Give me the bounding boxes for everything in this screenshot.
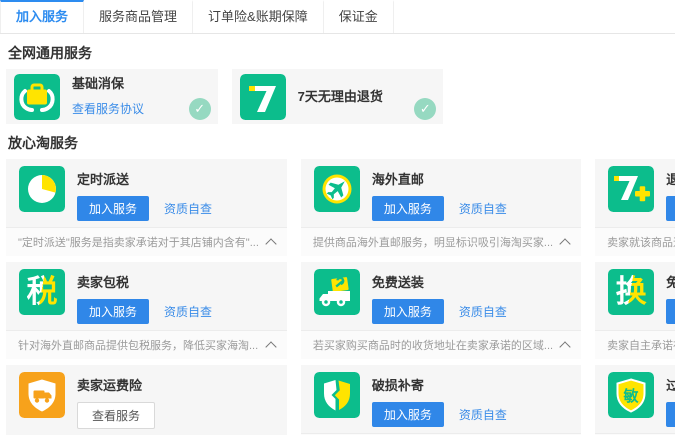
check-icon: ✓: [189, 98, 211, 120]
service-card-free-replacement: 换 免费换新 加入服务 资质自查 卖家自主承诺在售后30天内，如发现商品出现..…: [595, 262, 675, 359]
service-title: 破损补寄: [372, 375, 507, 394]
seven-plus-icon: [608, 166, 654, 212]
service-description: 提供商品海外直邮服务，明显标识吸引海淘买家...: [313, 234, 553, 250]
universal-services-grid: 基础消保 查看服务协议 ✓ 7天无理由退货 ✓: [6, 69, 669, 124]
tab-bar: 加入服务 服务商品管理 订单险&账期保障 保证金: [0, 0, 675, 34]
service-title: 免费换新: [666, 272, 675, 291]
service-card-free-delivery-install: 免费送装 加入服务 资质自查 若买家购买商品时的收货地址在卖家承诺的区域...: [301, 262, 581, 359]
service-title: 退货承诺: [666, 169, 675, 188]
service-title: 卖家包税: [77, 272, 212, 291]
universal-section-title: 全网通用服务: [8, 43, 667, 63]
service-card-seller-freight-insurance: 卖家运费险 查看服务 加入此服务的卖家当发生退货时，产生的退货运...: [6, 365, 287, 435]
service-card-allergy-refund: 敏 过敏包退 加入服务 资质自查 确认收货后30天内，若消费者因使用该商品引..…: [595, 365, 675, 435]
service-description: 若买家购买商品时的收货地址在卖家承诺的区域...: [313, 337, 553, 353]
service-description: "定时派送"服务是指卖家承诺对于其店铺内含有"...: [18, 234, 259, 250]
fangxintao-services-grid: 定时派送 加入服务 资质自查 "定时派送"服务是指卖家承诺对于其店铺内含有"..…: [6, 159, 669, 435]
service-title: 定时派送: [77, 169, 212, 188]
join-service-button[interactable]: 加入服务: [77, 196, 149, 221]
view-service-button[interactable]: 查看服务: [77, 402, 155, 429]
seller-services-page: 加入服务 服务商品管理 订单险&账期保障 保证金 全网通用服务 基础消保 查看服…: [0, 0, 675, 435]
tax-glyph: 税: [27, 269, 58, 315]
allergy-glyph: 敏: [623, 387, 640, 405]
service-title: 基础消保: [72, 73, 144, 92]
clock-pie-icon: [19, 166, 65, 212]
exchange-character-icon: 换: [608, 269, 654, 315]
tab-join-service[interactable]: 加入服务: [0, 0, 84, 33]
seven-day-icon: [240, 74, 286, 120]
chevron-up-icon[interactable]: [559, 341, 570, 352]
service-card-7day-return: 7天无理由退货 ✓: [232, 69, 444, 124]
qualification-check-link[interactable]: 资质自查: [164, 200, 212, 217]
briefcase-icon: [14, 74, 60, 120]
service-description: 卖家就该商品退货服务向买家作出承诺，自商品...: [607, 234, 675, 250]
service-card-overseas-direct-mail: 海外直邮 加入服务 资质自查 提供商品海外直邮服务，明显标识吸引海淘买家...: [301, 159, 581, 256]
qualification-check-link[interactable]: 资质自查: [164, 303, 212, 320]
content-area: 全网通用服务 基础消保 查看服务协议 ✓: [0, 43, 675, 435]
delivery-truck-icon: [314, 269, 360, 315]
service-description: 卖家自主承诺在售后30天内，如发现商品出现...: [607, 337, 675, 353]
service-card-basic-protection: 基础消保 查看服务协议 ✓: [6, 69, 218, 124]
join-service-button[interactable]: 加入服务: [77, 299, 149, 324]
join-service-button[interactable]: 加入服务: [372, 196, 444, 221]
chevron-up-icon[interactable]: [559, 238, 570, 249]
chevron-up-icon[interactable]: [265, 238, 276, 249]
shield-truck-icon: [19, 372, 65, 418]
qualification-check-link[interactable]: 资质自查: [459, 200, 507, 217]
service-title: 海外直邮: [372, 169, 507, 188]
allergy-shield-icon: 敏: [608, 372, 654, 418]
join-service-button[interactable]: 加入服务: [666, 299, 675, 324]
chevron-up-icon[interactable]: [265, 341, 276, 352]
tab-service-goods-management[interactable]: 服务商品管理: [84, 0, 193, 33]
airplane-icon: [314, 166, 360, 212]
service-card-return-promise: 退货承诺 加入服务 资质自查 卖家就该商品退货服务向买家作出承诺，自商品...: [595, 159, 675, 256]
service-title: 7天无理由退货: [298, 86, 383, 105]
join-service-button[interactable]: 加入服务: [666, 196, 675, 221]
view-service-agreement-link[interactable]: 查看服务协议: [72, 100, 144, 117]
service-title: 过敏包退: [666, 375, 675, 394]
tab-deposit[interactable]: 保证金: [324, 0, 394, 33]
exchange-glyph: 换: [616, 269, 647, 315]
service-title: 免费送装: [372, 272, 507, 291]
fangxintao-section-title: 放心淘服务: [8, 133, 667, 153]
service-title: 卖家运费险: [77, 375, 155, 394]
check-icon: ✓: [414, 98, 436, 120]
broken-shield-icon: [314, 372, 360, 418]
qualification-check-link[interactable]: 资质自查: [459, 406, 507, 423]
join-service-button[interactable]: 加入服务: [372, 402, 444, 427]
service-card-seller-tax-included: 税 卖家包税 加入服务 资质自查 针对海外直邮商品提供包税服务，降低买家海淘..…: [6, 262, 287, 359]
service-card-scheduled-delivery: 定时派送 加入服务 资质自查 "定时派送"服务是指卖家承诺对于其店铺内含有"..…: [6, 159, 287, 256]
qualification-check-link[interactable]: 资质自查: [459, 303, 507, 320]
join-service-button[interactable]: 加入服务: [372, 299, 444, 324]
join-service-button[interactable]: 加入服务: [666, 402, 675, 427]
tax-character-icon: 税: [19, 269, 65, 315]
service-description: 针对海外直邮商品提供包税服务，降低买家海淘...: [18, 337, 259, 353]
service-card-damage-reshipment: 破损补寄 加入服务 资质自查 卖家就该商品签收状态作出承诺，自商品签收之...: [301, 365, 581, 435]
tab-order-insurance[interactable]: 订单险&账期保障: [193, 0, 324, 33]
